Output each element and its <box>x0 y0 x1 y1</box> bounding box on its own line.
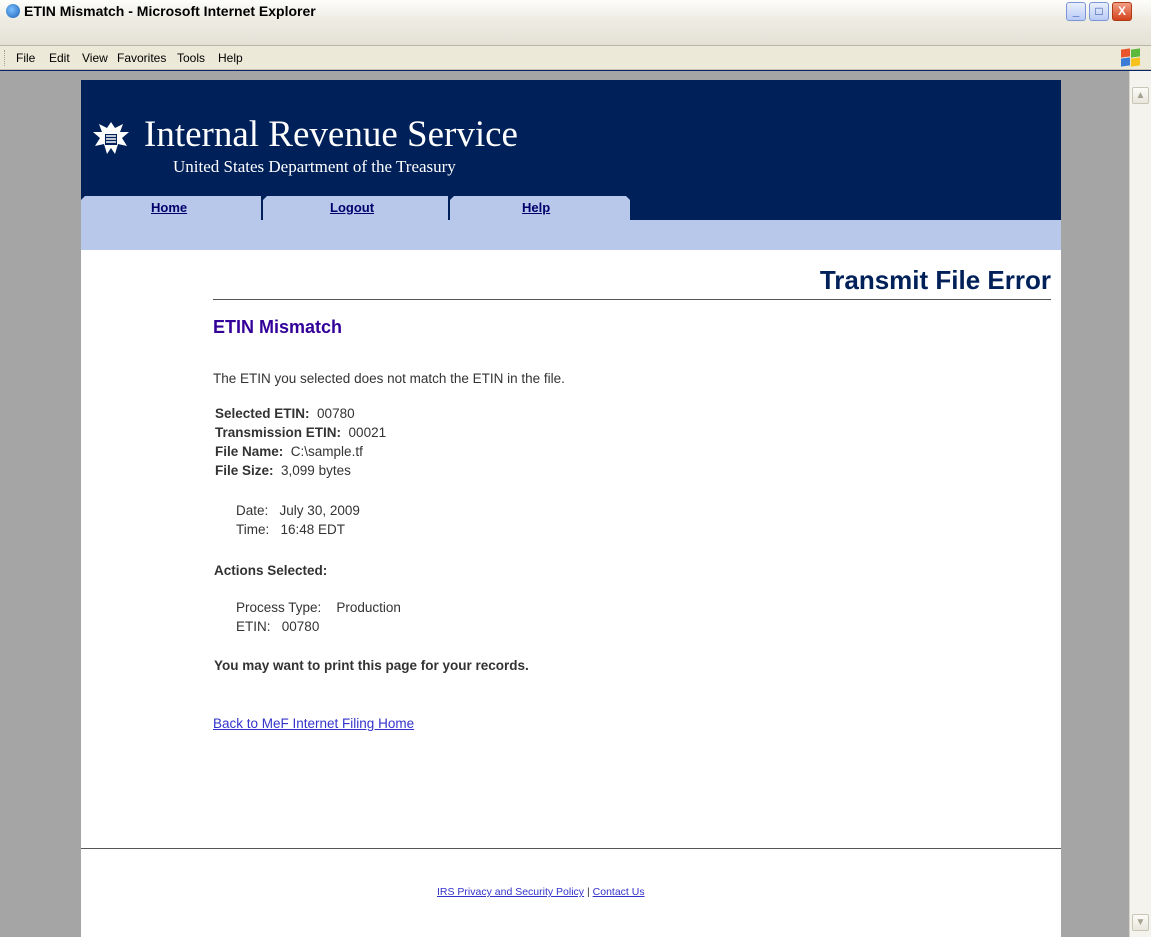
toolbar-grip[interactable] <box>4 50 7 66</box>
sub-navigation-bar <box>81 220 1061 250</box>
process-type-label: Process Type: <box>236 600 322 615</box>
menu-file[interactable]: File <box>16 51 35 65</box>
org-name: Internal Revenue Service <box>144 114 518 155</box>
menu-help[interactable]: Help <box>218 51 243 65</box>
contact-us-link[interactable]: Contact Us <box>593 886 645 898</box>
selected-etin-value: 00780 <box>317 406 355 421</box>
tab-help[interactable]: Help <box>450 196 630 220</box>
file-size-label: File Size: <box>215 463 274 478</box>
tab-help-link[interactable]: Help <box>522 200 550 215</box>
page-title: Transmit File Error <box>819 265 1051 295</box>
irs-header: Internal Revenue Service United States D… <box>81 80 1061 220</box>
title-row: ETIN Mismatch - Microsoft Internet Explo… <box>0 0 1151 22</box>
date-label: Date: <box>236 503 269 518</box>
menu-favorites[interactable]: Favorites <box>117 51 166 65</box>
scroll-down-icon[interactable]: ▼ <box>1132 914 1149 931</box>
menu-bar: File Edit View Favorites Tools Help <box>0 46 1151 70</box>
tab-home[interactable]: Home <box>81 196 261 220</box>
org-subtitle: United States Department of the Treasury <box>173 157 456 176</box>
time-value: 16:48 EDT <box>280 522 346 537</box>
close-button[interactable]: X <box>1112 2 1132 21</box>
tab-logout[interactable]: Logout <box>263 196 448 220</box>
privacy-policy-link[interactable]: IRS Privacy and Security Policy <box>437 886 584 898</box>
irs-eagle-logo-icon <box>93 122 129 154</box>
error-message: The ETIN you selected does not match the… <box>213 371 565 386</box>
transmission-etin-value: 00021 <box>348 425 387 440</box>
process-type-value: Production <box>336 600 401 615</box>
scroll-up-icon[interactable]: ▲ <box>1132 87 1149 104</box>
time-row: Time: 16:48 EDT <box>236 522 345 537</box>
footer-separator: | <box>586 886 590 898</box>
menu-tools[interactable]: Tools <box>177 51 205 65</box>
internet-explorer-icon <box>6 4 20 18</box>
back-to-home-link[interactable]: Back to MeF Internet Filing Home <box>213 716 414 731</box>
section-title: ETIN Mismatch <box>213 317 343 337</box>
menu-view[interactable]: View <box>82 51 108 65</box>
tab-logout-link[interactable]: Logout <box>330 200 374 215</box>
footer: IRS Privacy and Security Policy | Contac… <box>437 886 645 898</box>
date-value: July 30, 2009 <box>279 503 360 518</box>
file-name-row: File Name: C:\sample.tf <box>215 444 363 459</box>
transmission-etin-row: Transmission ETIN: 00021 <box>215 425 386 440</box>
selected-etin-label: Selected ETIN: <box>215 406 310 421</box>
time-label: Time: <box>236 522 270 537</box>
etin-row: ETIN: 00780 <box>236 619 319 634</box>
file-name-value: C:\sample.tf <box>290 444 363 459</box>
process-type-row: Process Type: Production <box>236 600 401 615</box>
web-page: Internal Revenue Service United States D… <box>81 80 1061 937</box>
vertical-scrollbar[interactable]: ▲ ▼ <box>1129 71 1151 937</box>
file-size-value: 3,099 bytes <box>281 463 351 478</box>
browser-window: ETIN Mismatch - Microsoft Internet Explo… <box>0 0 1151 937</box>
windows-logo-icon <box>1121 48 1141 67</box>
etin-value: 00780 <box>281 619 320 634</box>
minimize-button[interactable]: _ <box>1066 2 1086 21</box>
transmission-etin-label: Transmission ETIN: <box>215 425 342 440</box>
etin-label: ETIN: <box>236 619 271 634</box>
window-title: ETIN Mismatch - Microsoft Internet Explo… <box>24 3 316 19</box>
actions-selected-label: Actions Selected: <box>214 563 328 578</box>
tab-home-link[interactable]: Home <box>151 200 187 215</box>
title-divider <box>213 299 1051 300</box>
footer-divider <box>81 848 1061 849</box>
file-size-row: File Size: 3,099 bytes <box>215 463 351 478</box>
title-bar: ETIN Mismatch - Microsoft Internet Explo… <box>0 0 1151 46</box>
selected-etin-row: Selected ETIN: 00780 <box>215 406 355 421</box>
file-name-label: File Name: <box>215 444 284 459</box>
print-notice: You may want to print this page for your… <box>214 658 529 673</box>
menu-edit[interactable]: Edit <box>49 51 70 65</box>
maximize-button[interactable]: □ <box>1089 2 1109 21</box>
date-row: Date: July 30, 2009 <box>236 503 360 518</box>
